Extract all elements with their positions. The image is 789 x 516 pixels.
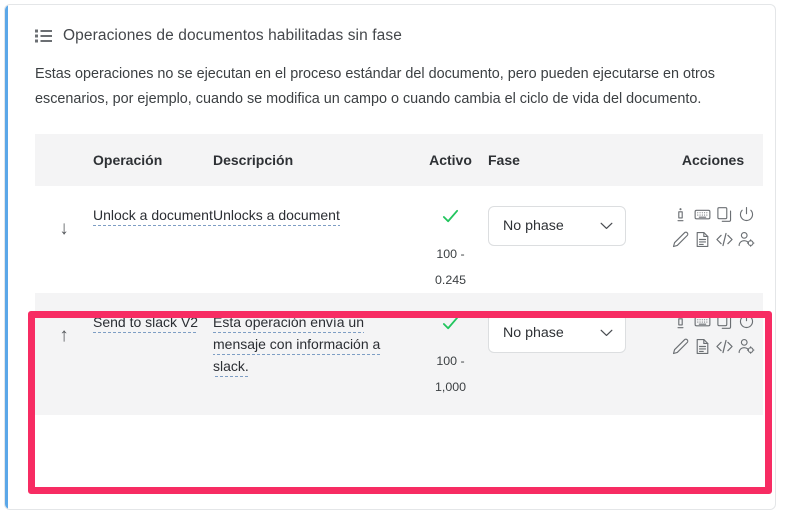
range-top: 100 - (436, 354, 465, 368)
user-settings-icon[interactable] (738, 338, 755, 355)
column-header-phase: Fase (488, 152, 520, 168)
range-bottom: 0.245 (434, 273, 466, 287)
active-status-cell: 100 - 1,000 (413, 293, 488, 415)
chevron-down-icon (600, 222, 613, 230)
power-icon[interactable] (738, 206, 755, 223)
copy-icon[interactable] (716, 206, 733, 223)
column-header-operation: Operación (93, 152, 163, 168)
pencil-icon[interactable] (672, 231, 689, 248)
phase-cell: No phase (488, 293, 663, 415)
operations-table: Operación Descripción Activo Fase Accion… (35, 134, 763, 415)
keyboard-icon[interactable] (694, 206, 711, 223)
column-header-arrow (35, 134, 93, 186)
operation-name-cell: Send to slack V2 (93, 293, 213, 415)
screenshot-root: Operaciones de documentos habilitadas si… (0, 0, 789, 516)
code-icon[interactable] (715, 231, 733, 248)
keyboard-icon[interactable] (694, 313, 711, 330)
table-header-row: Operación Descripción Activo Fase Accion… (35, 134, 763, 186)
column-header-active: Activo (429, 152, 472, 168)
column-header-description: Descripción (213, 152, 294, 168)
power-icon[interactable] (738, 313, 755, 330)
range-top: 100 - (436, 247, 465, 261)
operation-link[interactable]: Unlock a document (93, 207, 213, 226)
card-header: Operaciones de documentos habilitadas si… (5, 5, 775, 45)
range-values: 100 - 0.245 (413, 241, 488, 293)
column-header-actions: Acciones (681, 152, 745, 168)
actions-cell (663, 186, 763, 293)
phase-select-value: No phase (503, 325, 564, 341)
operations-card: Operaciones de documentos habilitadas si… (4, 4, 776, 510)
operation-description-cell: Unlocks a document (213, 186, 413, 293)
phase-select[interactable]: No phase (488, 206, 626, 246)
code-icon[interactable] (715, 338, 733, 355)
action-icons (663, 202, 763, 252)
list-icon (35, 29, 52, 43)
operation-name-cell: Unlock a document (93, 186, 213, 293)
table-row: ↑ Send to slack V2 Esta operación envía … (35, 293, 763, 415)
operations-table-wrap: Operación Descripción Activo Fase Accion… (5, 112, 775, 415)
phase-select[interactable]: No phase (488, 313, 626, 353)
document-icon[interactable] (694, 338, 711, 355)
check-icon (413, 314, 488, 333)
pencil-icon[interactable] (672, 338, 689, 355)
document-icon[interactable] (694, 231, 711, 248)
reorder-arrow-down-icon[interactable]: ↓ (35, 186, 93, 293)
description-link[interactable]: Esta operación envía un mensaje con info… (213, 314, 381, 377)
check-icon (413, 207, 488, 226)
actions-cell (663, 293, 763, 415)
user-settings-icon[interactable] (738, 231, 755, 248)
range-values: 100 - 1,000 (413, 348, 488, 400)
reorder-arrow-up-icon[interactable]: ↑ (35, 293, 93, 415)
range-bottom: 1,000 (434, 380, 466, 394)
operation-description-cell: Esta operación envía un mensaje con info… (213, 293, 413, 415)
description-link[interactable]: Unlocks a document (213, 207, 340, 226)
page-title: Operaciones de documentos habilitadas si… (63, 27, 402, 44)
card-accent-bar (5, 5, 8, 509)
chevron-down-icon (600, 329, 613, 337)
card-intro-text: Estas operaciones no se ejecutan en el p… (35, 66, 716, 107)
table-body: ↓ Unlock a document Unlocks a document 1… (35, 186, 763, 415)
copy-icon[interactable] (716, 313, 733, 330)
table-row: ↓ Unlock a document Unlocks a document 1… (35, 186, 763, 293)
action-icons (663, 309, 763, 359)
phase-select-value: No phase (503, 218, 564, 234)
phase-cell: No phase (488, 186, 663, 293)
active-status-cell: 100 - 0.245 (413, 186, 488, 293)
info-icon[interactable] (672, 206, 689, 223)
operation-link[interactable]: Send to slack V2 (93, 314, 199, 333)
table-header: Operación Descripción Activo Fase Accion… (35, 134, 763, 186)
info-icon[interactable] (672, 313, 689, 330)
